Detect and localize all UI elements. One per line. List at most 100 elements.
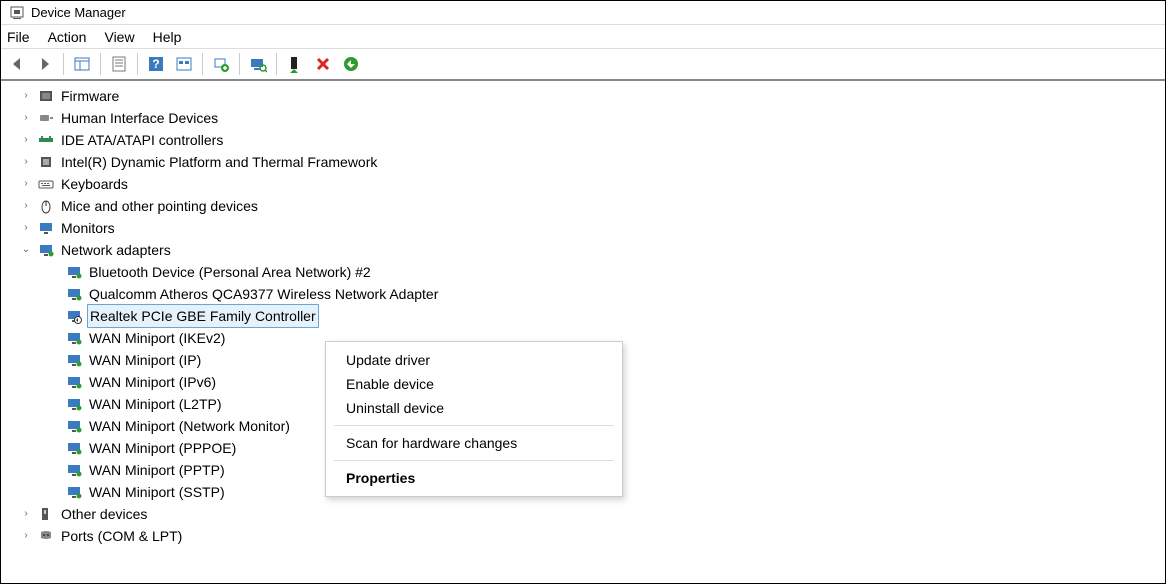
toolbar-separator: [63, 53, 64, 75]
context-menu-item[interactable]: Scan for hardware changes: [326, 431, 622, 455]
toolbar-separator: [100, 53, 101, 75]
device-label: Bluetooth Device (Personal Area Network)…: [87, 261, 373, 283]
chevron-right-icon[interactable]: ›: [19, 111, 33, 125]
expander-placeholder: [47, 265, 61, 279]
chevron-right-icon[interactable]: ›: [19, 221, 33, 235]
back-button[interactable]: [5, 52, 29, 76]
category-label: Intel(R) Dynamic Platform and Thermal Fr…: [59, 151, 379, 173]
chevron-right-icon[interactable]: ›: [19, 155, 33, 169]
expander-placeholder: [47, 463, 61, 477]
monitor-icon: [37, 220, 55, 236]
context-menu-separator: [334, 425, 614, 426]
properties-button[interactable]: [107, 52, 131, 76]
network-adapter-icon: [65, 352, 83, 368]
chevron-right-icon[interactable]: ›: [19, 89, 33, 103]
show-hide-tree-button[interactable]: [70, 52, 94, 76]
context-menu-item[interactable]: Properties: [326, 466, 622, 490]
forward-button[interactable]: [33, 52, 57, 76]
keyboard-icon: [37, 176, 55, 192]
uninstall-button[interactable]: [311, 52, 335, 76]
category-label: Human Interface Devices: [59, 107, 220, 129]
chevron-right-icon[interactable]: ›: [19, 529, 33, 543]
context-menu-item[interactable]: Uninstall device: [326, 396, 622, 420]
help-button[interactable]: ?: [144, 52, 168, 76]
menu-view[interactable]: View: [104, 29, 134, 45]
category-node[interactable]: ⌄ Network adapters: [19, 239, 1165, 261]
svg-text:?: ?: [152, 57, 159, 71]
network-adapter-icon: [65, 418, 83, 434]
category-label: Ports (COM & LPT): [59, 525, 184, 547]
network-adapter-icon: [65, 330, 83, 346]
device-node[interactable]: Qualcomm Atheros QCA9377 Wireless Networ…: [47, 283, 1165, 305]
context-menu-item[interactable]: Update driver: [326, 348, 622, 372]
category-node[interactable]: › Monitors: [19, 217, 1165, 239]
category-label: Network adapters: [59, 239, 173, 261]
category-node[interactable]: › Keyboards: [19, 173, 1165, 195]
device-label: Qualcomm Atheros QCA9377 Wireless Networ…: [87, 283, 440, 305]
category-label: Other devices: [59, 503, 149, 525]
app-icon: [9, 5, 25, 21]
titlebar: Device Manager: [1, 1, 1165, 25]
category-node[interactable]: › Intel(R) Dynamic Platform and Thermal …: [19, 151, 1165, 173]
network-icon: [37, 242, 55, 258]
category-node[interactable]: › Other devices: [19, 503, 1165, 525]
device-label: WAN Miniport (IPv6): [87, 371, 218, 393]
context-menu-item[interactable]: Enable device: [326, 372, 622, 396]
toolbar-separator: [276, 53, 277, 75]
window-title: Device Manager: [31, 5, 126, 20]
category-node[interactable]: › Ports (COM & LPT): [19, 525, 1165, 547]
menu-help[interactable]: Help: [153, 29, 182, 45]
network-adapter-icon: [65, 484, 83, 500]
category-label: Keyboards: [59, 173, 130, 195]
hid-icon: [37, 110, 55, 126]
expander-placeholder: [47, 331, 61, 345]
device-node[interactable]: Bluetooth Device (Personal Area Network)…: [47, 261, 1165, 283]
action-center-button[interactable]: [172, 52, 196, 76]
network-adapter-icon: [65, 440, 83, 456]
chevron-right-icon[interactable]: ›: [19, 199, 33, 213]
device-node[interactable]: Realtek PCIe GBE Family Controller: [47, 305, 1165, 327]
context-menu-separator: [334, 460, 614, 461]
chevron-right-icon[interactable]: ›: [19, 177, 33, 191]
chevron-right-icon[interactable]: ›: [19, 507, 33, 521]
expander-placeholder: [47, 287, 61, 301]
menubar: File Action View Help: [1, 25, 1165, 49]
device-label: Realtek PCIe GBE Family Controller: [87, 304, 319, 328]
device-label: WAN Miniport (SSTP): [87, 481, 227, 503]
mouse-icon: [37, 198, 55, 214]
toolbar-separator: [137, 53, 138, 75]
category-label: Firmware: [59, 85, 121, 107]
context-menu: Update driverEnable deviceUninstall devi…: [325, 341, 623, 497]
category-node[interactable]: › Mice and other pointing devices: [19, 195, 1165, 217]
thermal-icon: [37, 154, 55, 170]
enable-button[interactable]: [283, 52, 307, 76]
expander-placeholder: [47, 441, 61, 455]
menu-action[interactable]: Action: [48, 29, 87, 45]
expander-placeholder: [47, 485, 61, 499]
category-node[interactable]: › Human Interface Devices: [19, 107, 1165, 129]
category-label: IDE ATA/ATAPI controllers: [59, 129, 225, 151]
scan-button[interactable]: [246, 52, 270, 76]
device-label: WAN Miniport (PPTP): [87, 459, 227, 481]
expander-placeholder: [47, 375, 61, 389]
menu-file[interactable]: File: [7, 29, 30, 45]
network-adapter-icon: [65, 462, 83, 478]
network-adapter-icon: [65, 308, 83, 324]
device-label: WAN Miniport (Network Monitor): [87, 415, 292, 437]
chevron-right-icon[interactable]: ›: [19, 133, 33, 147]
device-label: WAN Miniport (IKEv2): [87, 327, 227, 349]
network-adapter-icon: [65, 374, 83, 390]
other-icon: [37, 506, 55, 522]
update-driver-button[interactable]: [209, 52, 233, 76]
chevron-down-icon[interactable]: ⌄: [19, 243, 33, 257]
expander-placeholder: [47, 309, 61, 323]
network-adapter-icon: [65, 396, 83, 412]
network-adapter-icon: [65, 286, 83, 302]
category-label: Monitors: [59, 217, 117, 239]
category-node[interactable]: › IDE ATA/ATAPI controllers: [19, 129, 1165, 151]
device-label: WAN Miniport (PPPOE): [87, 437, 238, 459]
category-node[interactable]: › Firmware: [19, 85, 1165, 107]
ide-icon: [37, 132, 55, 148]
ports-icon: [37, 528, 55, 544]
add-hardware-button[interactable]: [339, 52, 363, 76]
